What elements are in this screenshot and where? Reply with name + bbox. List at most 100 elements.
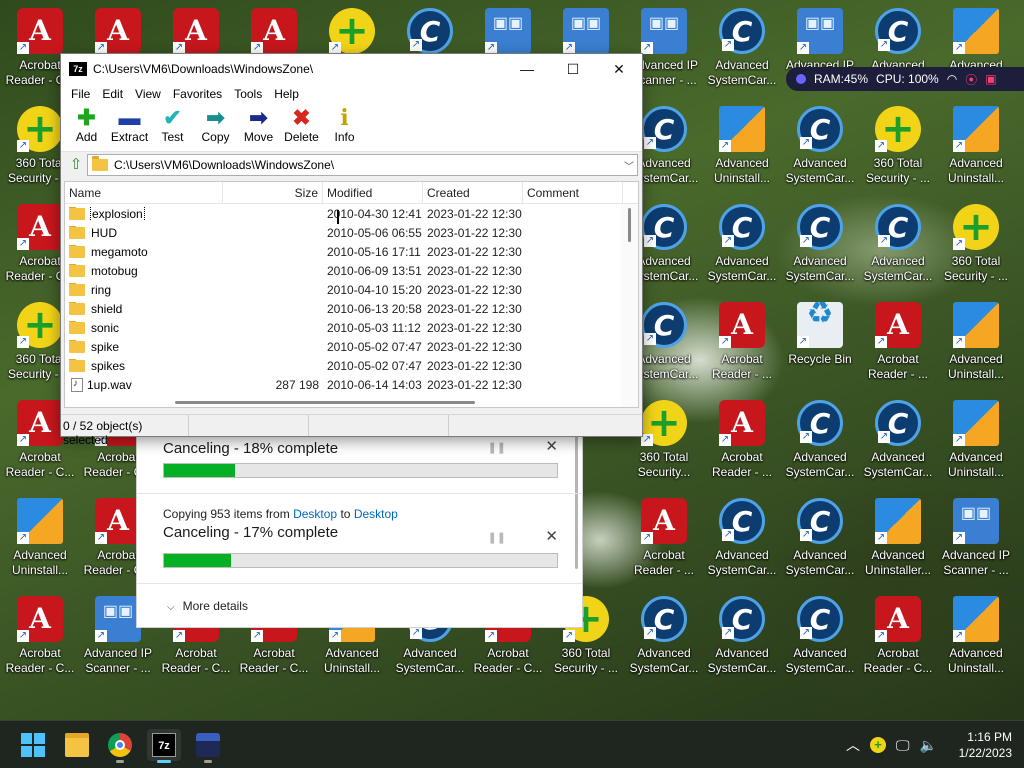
close-button[interactable]: ✕: [596, 54, 642, 84]
shortcut-arrow-icon: ↗: [800, 235, 812, 247]
column-header-created[interactable]: Created: [423, 182, 523, 203]
desktop-icon-acrobat[interactable]: ↗ Acrobat Reader - ...: [626, 496, 702, 588]
scroll-thumb[interactable]: [175, 401, 475, 404]
delete-button[interactable]: ✖ Delete: [280, 104, 323, 145]
desktop-icon-acrobat[interactable]: ↗ Acrobat Reader - ...: [704, 300, 780, 392]
dialog-scrollbar[interactable]: [575, 429, 578, 569]
info-button[interactable]: i Info: [323, 104, 366, 144]
table-row[interactable]: shield 2010-06-13 20:58 2023-01-22 12:30: [65, 299, 638, 318]
clock[interactable]: 1:16 PM 1/22/2023: [959, 729, 1012, 761]
desktop-icon-uninst[interactable]: ↗ Advanced Uninstall...: [2, 496, 78, 588]
desktop-icon-uninst[interactable]: ↗ Advanced Uninstall...: [938, 104, 1014, 196]
desktop-icon-ccleaner[interactable]: ↗ Advanced SystemCar...: [860, 398, 936, 490]
menu-file[interactable]: File: [65, 87, 96, 101]
desktop-icon-label: Advanced SystemCar...: [629, 646, 699, 675]
desktop-icon-label: 360 Total Security - ...: [865, 156, 930, 185]
table-row[interactable]: explosion 2010-04-30 12:41 2023-01-22 12:3…: [65, 204, 638, 223]
desktop-icon-ccleaner[interactable]: ↗ Advanced SystemCar...: [782, 594, 858, 686]
desktop-icon-ccleaner[interactable]: ↗ Advanced SystemCar...: [704, 594, 780, 686]
close-icon[interactable]: ✕: [545, 527, 558, 545]
extract-button[interactable]: ▬ Extract: [108, 104, 151, 145]
desktop-icon-ipscan[interactable]: ↗ Advanced IP Scanner - ...: [938, 496, 1014, 588]
desktop-icon-ccleaner[interactable]: ↗ Advanced SystemCar...: [860, 202, 936, 294]
add-button[interactable]: ✚ Add: [65, 104, 108, 145]
table-row[interactable]: ring 2010-04-10 15:20 2023-01-22 12:30: [65, 280, 638, 299]
taskbar-file-explorer[interactable]: [60, 729, 94, 761]
desktop-icon-ccleaner[interactable]: ↗ Advanced SystemCar...: [704, 496, 780, 588]
path-input[interactable]: C:\Users\VM6\Downloads\WindowsZone\: [114, 158, 621, 172]
desktop-icon-ccleaner[interactable]: ↗ Advanced SystemCar...: [782, 398, 858, 490]
menu-view[interactable]: View: [129, 87, 167, 101]
desktop-icon-ccleaner[interactable]: ↗ Advanced SystemCar...: [704, 202, 780, 294]
cell-name: ring: [65, 282, 223, 297]
shortcut-arrow-icon: ↗: [485, 630, 497, 642]
copy-source-link[interactable]: Desktop: [293, 507, 337, 521]
table-row[interactable]: spikes 2010-05-02 07:47 2023-01-22 12:30: [65, 356, 638, 375]
desktop-icon-label: Advanced SystemCar...: [785, 450, 855, 479]
column-header-name[interactable]: Name: [65, 182, 223, 203]
desktop-icon-uninst[interactable]: ↗ Advanced Uninstall...: [704, 104, 780, 196]
minimize-button[interactable]: —: [504, 54, 550, 84]
taskbar-app[interactable]: [191, 729, 225, 763]
scroll-thumb[interactable]: [628, 208, 631, 242]
test-button[interactable]: ✔ Test: [151, 104, 194, 145]
desktop-icon-recycle[interactable]: ↗ Recycle Bin: [782, 300, 858, 392]
desktop-icon-uninst[interactable]: ↗ Advanced Uninstaller...: [860, 496, 936, 588]
path-combobox[interactable]: C:\Users\VM6\Downloads\WindowsZone\ ﹀: [87, 154, 638, 176]
taskbar-7zip[interactable]: 7z: [147, 729, 181, 763]
horizontal-scrollbar[interactable]: [65, 397, 638, 407]
desktop-icon-ccleaner[interactable]: ↗ Advanced SystemCar...: [704, 6, 780, 98]
column-header-size[interactable]: Size: [223, 182, 323, 203]
taskbar-chrome[interactable]: [103, 729, 137, 763]
desktop-icon-acrobat[interactable]: ↗ Acrobat Reader - C...: [2, 594, 78, 686]
file-name: sonic: [91, 320, 120, 335]
desktop-icon-acrobat[interactable]: ↗ Acrobat Reader - ...: [704, 398, 780, 490]
column-header-modified[interactable]: Modified: [323, 182, 423, 203]
table-row[interactable]: motobug 2010-06-09 13:51 2023-01-22 12:30: [65, 261, 638, 280]
column-header-comment[interactable]: Comment: [523, 182, 623, 203]
network-icon[interactable]: 🖵: [896, 737, 910, 754]
desktop-icon-ccleaner[interactable]: ↗ Advanced SystemCar...: [782, 202, 858, 294]
desktop-icon-360[interactable]: ↗ 360 Total Security - ...: [938, 202, 1014, 294]
vertical-scrollbar[interactable]: [621, 204, 638, 407]
desktop-icon-360[interactable]: ↗ 360 Total Security - ...: [860, 104, 936, 196]
more-details-toggle[interactable]: ⌵ More details: [167, 599, 248, 613]
table-row[interactable]: sonic 2010-05-03 11:12 2023-01-22 12:30: [65, 318, 638, 337]
pause-icon[interactable]: ❚❚: [488, 441, 506, 454]
menu-help[interactable]: Help: [268, 87, 305, 101]
up-folder-button[interactable]: ⇧: [65, 155, 87, 175]
title-bar[interactable]: 7z C:\Users\VM6\Downloads\WindowsZone\ —…: [61, 54, 642, 84]
copy-from-prefix: Copying 953 items from: [163, 507, 290, 521]
close-icon[interactable]: ✕: [545, 437, 558, 455]
acrobat-icon: ↗: [719, 302, 765, 348]
copy-destination-link[interactable]: Desktop: [354, 507, 398, 521]
desktop-icon-ccleaner[interactable]: ↗ Advanced SystemCar...: [782, 496, 858, 588]
menu-tools[interactable]: Tools: [228, 87, 268, 101]
menu-favorites[interactable]: Favorites: [167, 87, 228, 101]
menu-edit[interactable]: Edit: [96, 87, 129, 101]
table-row[interactable]: HUD 2010-05-06 06:55 2023-01-22 12:30: [65, 223, 638, 242]
desktop-icon-uninst[interactable]: ↗ Advanced Uninstall...: [938, 594, 1014, 686]
move-button[interactable]: ➡ Move: [237, 104, 280, 145]
desktop-icon-ccleaner[interactable]: ↗ Advanced SystemCar...: [626, 594, 702, 686]
desktop-icon-acrobat[interactable]: ↗ Acrobat Reader - C...: [860, 594, 936, 686]
shortcut-arrow-icon: ↗: [722, 235, 734, 247]
desktop-icon-uninst[interactable]: ↗ Advanced Uninstall...: [938, 398, 1014, 490]
chevron-down-icon[interactable]: ﹀: [621, 158, 637, 173]
360-security-tray-icon[interactable]: +: [870, 737, 886, 753]
desktop-icon-ccleaner[interactable]: ↗ Advanced SystemCar...: [782, 104, 858, 196]
uninst-icon: ↗: [953, 400, 999, 446]
maximize-button[interactable]: ☐: [550, 54, 596, 84]
desktop-icon-acrobat[interactable]: ↗ Acrobat Reader - ...: [860, 300, 936, 392]
pause-icon[interactable]: ❚❚: [488, 531, 506, 544]
show-hidden-icons-chevron-icon[interactable]: ︿: [846, 735, 860, 755]
table-row[interactable]: megamoto 2010-05-16 17:11 2023-01-22 12:30: [65, 242, 638, 261]
copy-button[interactable]: ➡ Copy: [194, 104, 237, 145]
volume-icon[interactable]: 🔈: [920, 737, 937, 754]
desktop-icon-uninst[interactable]: ↗ Advanced Uninstall...: [938, 300, 1014, 392]
file-name: spikes: [91, 358, 126, 373]
table-row[interactable]: 1up.wav 287 198 2010-06-14 14:03 2023-01-22…: [65, 375, 638, 394]
table-row[interactable]: spike 2010-05-02 07:47 2023-01-22 12:30: [65, 337, 638, 356]
desktop-icon-label: Advanced SystemCar...: [863, 450, 933, 479]
start-button[interactable]: [16, 729, 50, 761]
